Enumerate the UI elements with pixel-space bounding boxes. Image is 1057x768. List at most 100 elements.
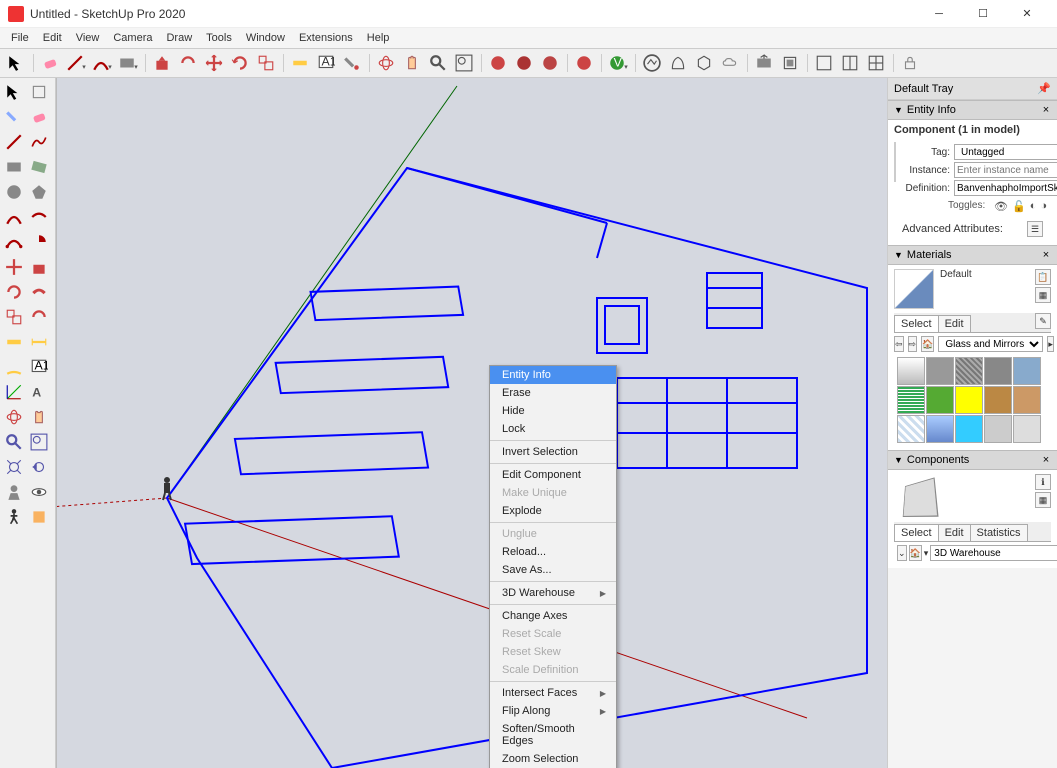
3pt-arc-icon[interactable] [2, 230, 26, 254]
history-icon[interactable]: ⌄ [897, 545, 907, 561]
menu-camera[interactable]: Camera [106, 30, 159, 46]
context-menu-item[interactable]: Save As... [490, 561, 616, 579]
components-stats-tab[interactable]: Statistics [970, 524, 1028, 541]
context-menu-item[interactable]: Intersect Faces▶ [490, 684, 616, 702]
followme-icon[interactable] [27, 280, 51, 304]
eraser-icon[interactable] [27, 105, 51, 129]
context-menu-item[interactable]: Zoom Selection [490, 750, 616, 768]
arc-icon[interactable] [2, 205, 26, 229]
material-swatch[interactable] [1013, 357, 1041, 385]
text-icon[interactable]: A1 [27, 355, 51, 379]
position-camera-icon[interactable] [2, 480, 26, 504]
menu-extensions[interactable]: Extensions [292, 30, 360, 46]
paint-tool-icon[interactable] [340, 51, 364, 75]
protractor-icon[interactable] [2, 355, 26, 379]
close-panel-icon[interactable]: × [1041, 249, 1051, 261]
forward-icon[interactable]: ⇨ [908, 336, 918, 352]
material-category-select[interactable]: Glass and Mirrors [938, 336, 1043, 352]
line-icon[interactable] [2, 130, 26, 154]
move-tool-icon[interactable] [202, 51, 226, 75]
material-swatch[interactable] [926, 415, 954, 443]
vray-asset-icon[interactable]: V▾ [606, 51, 630, 75]
lock-toggle-icon[interactable]: 🔓 [1012, 200, 1026, 213]
context-menu-item[interactable]: Hide [490, 402, 616, 420]
close-panel-icon[interactable]: × [1041, 104, 1051, 116]
scale-tool-icon[interactable] [254, 51, 278, 75]
previous-view-icon[interactable] [27, 455, 51, 479]
context-menu-item[interactable]: Flip Along▶ [490, 702, 616, 720]
vray-vfb-icon[interactable] [640, 51, 664, 75]
maximize-button[interactable]: ☐ [961, 0, 1005, 28]
walk-icon[interactable] [2, 505, 26, 529]
visible-toggle-icon[interactable]: 👁 [994, 200, 1008, 213]
back-icon[interactable]: ⇦ [894, 336, 904, 352]
close-button[interactable]: ✕ [1005, 0, 1049, 28]
component-thumb[interactable] [903, 477, 939, 517]
components-header[interactable]: ▼ Components × [888, 450, 1057, 470]
menu-window[interactable]: Window [239, 30, 292, 46]
material-swatch[interactable] [926, 357, 954, 385]
dimension-icon[interactable] [27, 330, 51, 354]
eraser-tool-icon[interactable] [38, 51, 62, 75]
offset-tool-icon[interactable] [176, 51, 200, 75]
material-swatch[interactable] [897, 415, 925, 443]
vray-geometry-icon[interactable] [692, 51, 716, 75]
vray-export-icon[interactable] [778, 51, 802, 75]
material-swatch[interactable] [1013, 415, 1041, 443]
look-around-icon[interactable] [27, 480, 51, 504]
current-material-thumb[interactable] [894, 269, 934, 309]
section-icon[interactable] [27, 505, 51, 529]
pan-icon[interactable] [27, 405, 51, 429]
tape-icon[interactable] [2, 330, 26, 354]
3dtext-icon[interactable]: A [27, 380, 51, 404]
rectangle-icon[interactable] [2, 155, 26, 179]
context-menu-item[interactable]: Erase [490, 384, 616, 402]
menu-draw[interactable]: Draw [159, 30, 199, 46]
axes-icon[interactable] [2, 380, 26, 404]
material-swatch[interactable] [984, 386, 1012, 414]
zoom-window-icon[interactable] [27, 430, 51, 454]
orbit-tool-icon[interactable] [374, 51, 398, 75]
materials-edit-tab[interactable]: Edit [938, 315, 971, 332]
material-swatch[interactable] [955, 415, 983, 443]
select-icon[interactable] [2, 80, 26, 104]
pushpull-tool-icon[interactable] [150, 51, 174, 75]
viewport1-icon[interactable] [812, 51, 836, 75]
zoom-icon[interactable] [2, 430, 26, 454]
lock-icon[interactable] [898, 51, 922, 75]
polygon-icon[interactable] [27, 180, 51, 204]
select-tool-icon[interactable] [4, 51, 28, 75]
material-swatch[interactable] [897, 357, 925, 385]
move-icon[interactable] [2, 255, 26, 279]
shadow-cast-icon[interactable]: ◐ [1030, 200, 1037, 213]
material-swatch[interactable] [926, 386, 954, 414]
rotate-tool-icon[interactable] [228, 51, 252, 75]
menu-view[interactable]: View [69, 30, 107, 46]
context-menu-item[interactable]: Invert Selection [490, 443, 616, 461]
rotated-rect-icon[interactable] [27, 155, 51, 179]
pin-icon[interactable]: 📌 [1037, 82, 1051, 95]
vray-cloud-icon[interactable] [538, 51, 562, 75]
materials-select-tab[interactable]: Select [894, 315, 939, 332]
tag-select[interactable]: Untagged [954, 144, 1057, 160]
context-menu-item[interactable]: Lock [490, 420, 616, 438]
context-menu-item[interactable]: Entity Info [490, 366, 616, 384]
orbit-icon[interactable] [2, 405, 26, 429]
component-search-input[interactable] [930, 545, 1057, 561]
home-icon[interactable]: 🏠 [921, 336, 934, 352]
sample-paint-icon[interactable]: ✎ [1035, 313, 1051, 329]
close-panel-icon[interactable]: × [1041, 454, 1051, 466]
menu-tools[interactable]: Tools [199, 30, 239, 46]
material-thumb[interactable] [894, 142, 896, 182]
viewport3-icon[interactable] [864, 51, 888, 75]
vray-cloud2-icon[interactable] [718, 51, 742, 75]
2pt-arc-icon[interactable] [27, 205, 51, 229]
material-swatch[interactable] [984, 357, 1012, 385]
pushpull-icon[interactable] [27, 255, 51, 279]
entity-info-header[interactable]: ▼ Entity Info × [888, 100, 1057, 120]
home-icon[interactable]: 🏠 [909, 545, 922, 561]
tape-tool-icon[interactable] [288, 51, 312, 75]
zoom-tool-icon[interactable] [426, 51, 450, 75]
definition-input[interactable] [954, 180, 1057, 196]
context-menu-item[interactable]: Change Axes [490, 607, 616, 625]
